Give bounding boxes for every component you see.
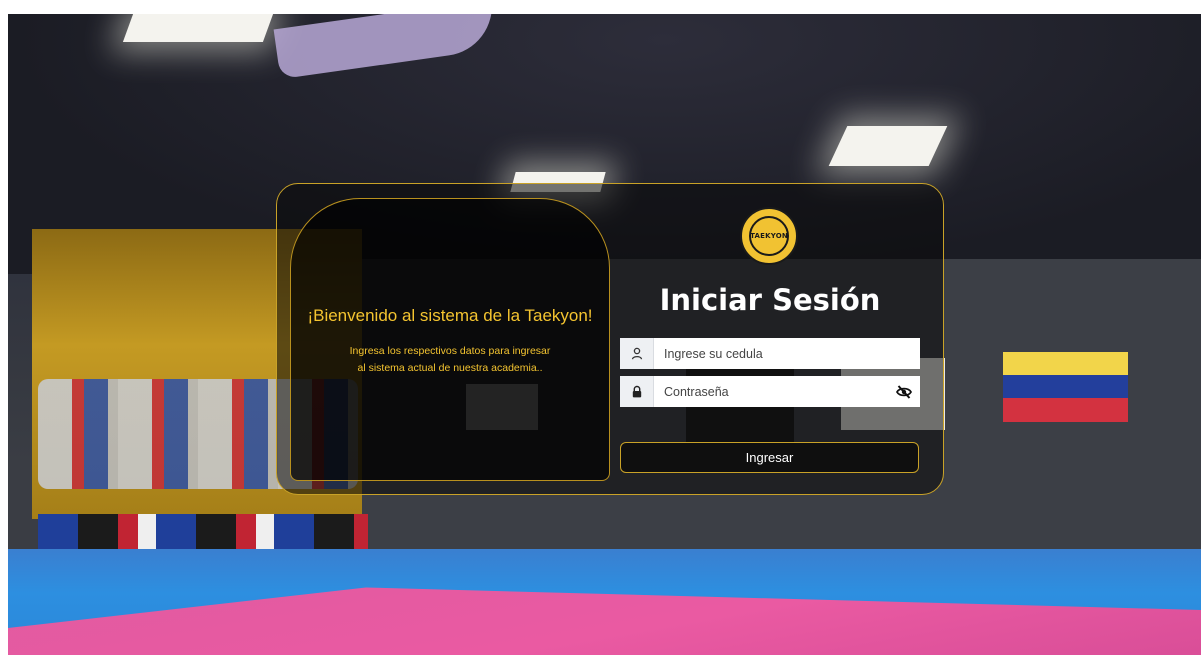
venezuela-flag xyxy=(1003,352,1128,422)
eye-slash-icon[interactable] xyxy=(888,376,920,407)
password-field xyxy=(620,376,920,407)
lock-icon xyxy=(620,376,654,407)
login-submit-button[interactable]: Ingresar xyxy=(620,442,919,473)
logo-word: TAEKYON xyxy=(750,232,788,240)
user-icon xyxy=(620,338,654,369)
ceiling-light xyxy=(828,126,948,166)
ceiling-light xyxy=(122,14,274,42)
welcome-panel xyxy=(290,198,610,481)
logo-emblem: TAEKYON xyxy=(749,216,789,256)
welcome-text-line: al sistema actual de nuestra academia.. xyxy=(357,362,543,374)
password-input[interactable] xyxy=(654,376,888,407)
welcome-title: ¡Bienvenido al sistema de la Taekyon! xyxy=(307,306,593,325)
login-title: Iniciar Sesión xyxy=(659,283,881,317)
cedula-field xyxy=(620,338,920,369)
academy-logo: TAEKYON xyxy=(740,207,798,265)
welcome-text-line: Ingresa los respectivos datos para ingre… xyxy=(349,345,551,357)
cedula-input[interactable] xyxy=(654,338,920,369)
welcome-text: Ingresa los respectivos datos para ingre… xyxy=(300,343,600,377)
